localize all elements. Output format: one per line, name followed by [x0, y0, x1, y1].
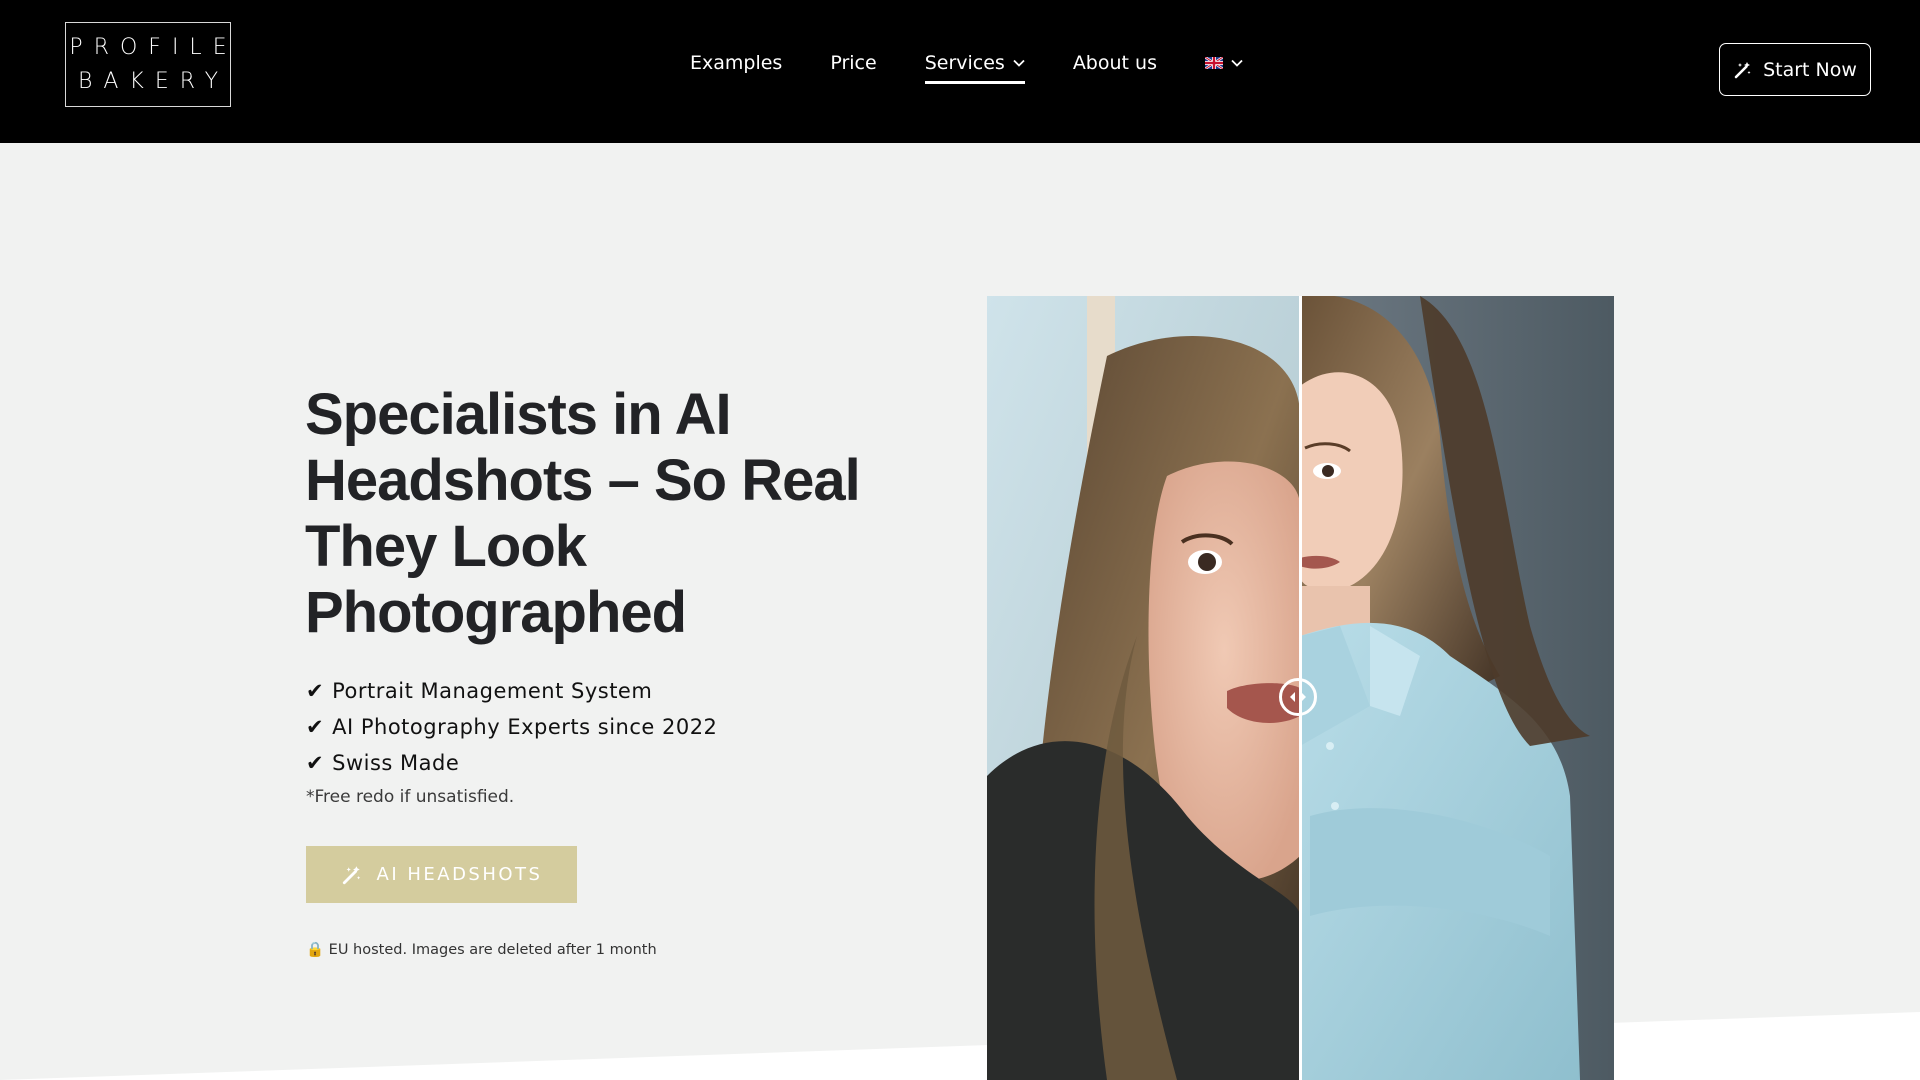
drag-arrows-icon [1290, 692, 1306, 702]
chevron-down-icon [1013, 59, 1025, 67]
nav-price[interactable]: Price [830, 52, 876, 74]
nav-examples-label: Examples [690, 52, 783, 74]
slider-handle[interactable] [1279, 678, 1317, 716]
nav-about[interactable]: About us [1073, 52, 1157, 74]
feature-item: ✔ AI Photography Experts since 2022 [306, 709, 717, 745]
redo-note: *Free redo if unsatisfied. [306, 787, 515, 807]
feature-item: ✔ Portrait Management System [306, 673, 717, 709]
magic-wand-icon [342, 865, 360, 884]
site-header: PROFILE BAKERY Examples Price Services A… [0, 0, 1920, 143]
before-after-slider[interactable] [987, 296, 1614, 1080]
feature-text: Portrait Management System [332, 679, 653, 703]
check-icon: ✔ [306, 715, 325, 739]
privacy-note: 🔒 EU hosted. Images are deleted after 1 … [306, 941, 657, 958]
check-icon: ✔ [306, 679, 325, 703]
main-nav: Examples Price Services About us [690, 52, 1291, 84]
logo-line-2: BAKERY [77, 68, 230, 94]
hero-title: Specialists in AI Headshots – So Real Th… [305, 382, 861, 645]
start-now-label: Start Now [1763, 58, 1857, 81]
nav-examples[interactable]: Examples [690, 52, 782, 74]
feature-text: Swiss Made [332, 751, 460, 775]
lock-icon: 🔒 [306, 942, 325, 958]
ai-headshots-label: AI HEADSHOTS [376, 864, 543, 885]
check-icon: ✔ [306, 751, 325, 775]
feature-list: ✔ Portrait Management System ✔ AI Photogra… [306, 673, 717, 781]
chevron-down-icon [1231, 59, 1243, 67]
logo-line-1: PROFILE [69, 34, 238, 60]
nav-price-label: Price [830, 52, 877, 74]
privacy-text: EU hosted. Images are deleted after 1 mo… [328, 942, 657, 958]
language-selector[interactable] [1204, 57, 1243, 69]
before-image [987, 296, 1300, 1080]
after-image [1300, 296, 1614, 1080]
magic-wand-icon [1734, 61, 1751, 78]
uk-flag-icon [1204, 57, 1223, 69]
nav-services-label: Services [924, 52, 1005, 74]
feature-text: AI Photography Experts since 2022 [332, 715, 718, 739]
nav-services[interactable]: Services [924, 52, 1025, 84]
logo[interactable]: PROFILE BAKERY [65, 22, 231, 107]
ai-headshots-button[interactable]: AI HEADSHOTS [306, 846, 577, 903]
nav-about-label: About us [1072, 52, 1157, 74]
start-now-button[interactable]: Start Now [1719, 43, 1871, 96]
bottom-wedge [0, 1012, 1920, 1080]
feature-item: ✔ Swiss Made [306, 745, 717, 781]
